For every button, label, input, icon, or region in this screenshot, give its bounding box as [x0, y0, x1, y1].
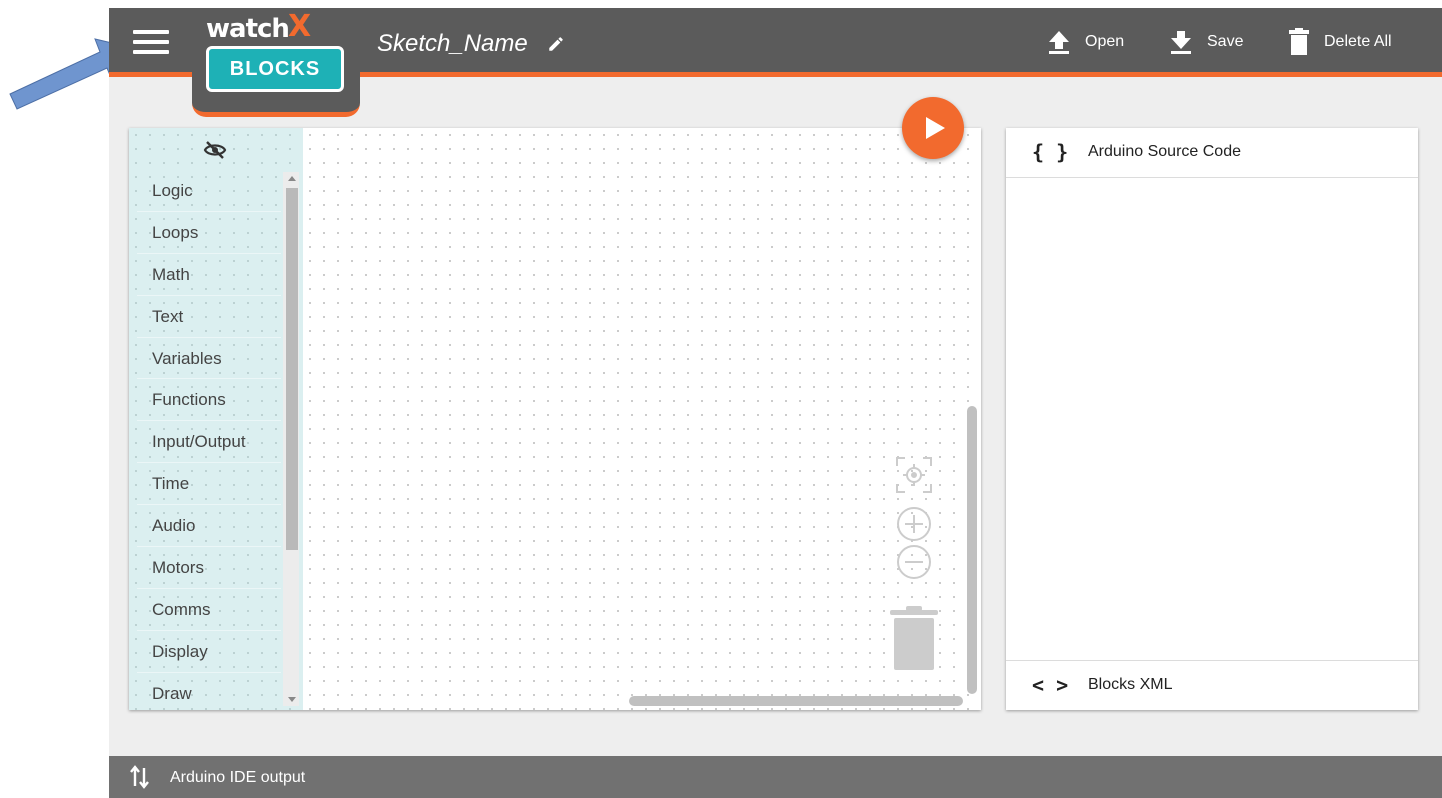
blockly-workspace[interactable]: Logic Loops Math Text Variables Function… [129, 128, 981, 710]
blocks-xml-tab[interactable]: < > Blocks XML [1006, 660, 1418, 710]
recenter-icon[interactable] [895, 456, 933, 494]
scroll-up-arrow-icon[interactable] [288, 176, 296, 181]
open-button[interactable]: Open [1047, 24, 1124, 60]
workspace-trash-icon[interactable] [889, 606, 939, 672]
toolbox-scrollbar-thumb[interactable] [286, 188, 298, 550]
toolbox-scrollbar[interactable] [283, 172, 299, 706]
arduino-ide-output-label: Arduino IDE output [170, 769, 306, 786]
eye-off-icon[interactable] [203, 138, 227, 162]
workspace-vertical-scrollbar[interactable] [967, 406, 977, 694]
toolbox-category-motors[interactable]: Motors [137, 547, 281, 589]
toolbox-category-list: Logic Loops Math Text Variables Function… [137, 170, 281, 710]
toolbox-category-text[interactable]: Text [137, 296, 281, 338]
workspace-canvas[interactable] [303, 128, 981, 710]
logo-blocks-text: BLOCKS [206, 46, 344, 92]
curly-braces-icon: { } [1032, 140, 1069, 164]
trash-icon [1289, 28, 1309, 55]
toolbox-category-time[interactable]: Time [137, 463, 281, 506]
arduino-source-code-tab[interactable]: { } Arduino Source Code [1006, 128, 1418, 178]
workspace-horizontal-scrollbar[interactable] [629, 696, 963, 706]
logo-watch-text: watch [206, 14, 290, 44]
save-button[interactable]: Save [1169, 24, 1243, 60]
toolbox-category-draw[interactable]: Draw [137, 673, 281, 710]
blocks-xml-label: Blocks XML [1088, 676, 1173, 693]
delete-all-button[interactable]: Delete All [1288, 24, 1392, 60]
scroll-down-arrow-icon[interactable] [288, 697, 296, 702]
toolbox: Logic Loops Math Text Variables Function… [129, 128, 303, 710]
logo-x-text: X [288, 9, 312, 44]
angle-brackets-icon: < > [1032, 673, 1069, 697]
upload-icon [1049, 31, 1069, 54]
arduino-source-code-label: Arduino Source Code [1088, 143, 1241, 160]
toolbox-category-variables[interactable]: Variables [137, 338, 281, 380]
swap-vertical-icon [130, 765, 149, 789]
arduino-ide-output-bar[interactable]: Arduino IDE output [109, 756, 1442, 798]
code-panel: { } Arduino Source Code < > Blocks XML [1006, 128, 1418, 710]
toolbox-category-audio[interactable]: Audio [137, 505, 281, 548]
save-label: Save [1207, 33, 1244, 50]
app-window: Sketch_Name Open Save Delete All watch X… [109, 8, 1442, 798]
run-button[interactable] [902, 97, 964, 159]
toolbox-category-loops[interactable]: Loops [137, 212, 281, 254]
toolbox-category-functions[interactable]: Functions [137, 379, 281, 422]
hamburger-menu-icon[interactable] [133, 28, 169, 56]
download-icon [1171, 31, 1191, 54]
play-icon [926, 117, 945, 139]
pencil-icon[interactable] [547, 35, 565, 53]
open-label: Open [1085, 33, 1125, 50]
zoom-in-icon[interactable] [895, 505, 933, 543]
logo[interactable]: watch X BLOCKS [192, 8, 360, 117]
zoom-out-icon[interactable] [895, 543, 933, 581]
toolbox-category-comms[interactable]: Comms [137, 589, 281, 631]
toolbox-category-display[interactable]: Display [137, 631, 281, 673]
toolbox-category-math[interactable]: Math [137, 254, 281, 296]
delete-all-label: Delete All [1324, 33, 1392, 50]
toolbox-category-logic[interactable]: Logic [137, 170, 281, 212]
toolbox-category-input-output[interactable]: Input/Output [137, 421, 281, 464]
sketch-name[interactable]: Sketch_Name [377, 28, 528, 60]
